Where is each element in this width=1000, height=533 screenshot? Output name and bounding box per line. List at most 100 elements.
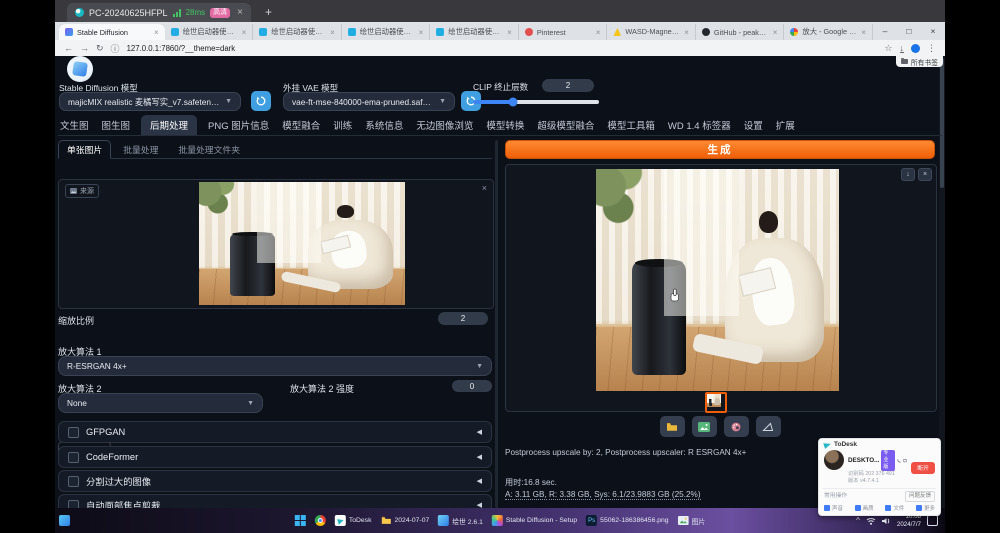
tab-wd-tagger[interactable]: WD 1.4 标签器 [666, 115, 733, 135]
tab-infinite-browser[interactable]: 无边图像浏览 [414, 115, 475, 135]
volume-icon[interactable] [882, 517, 891, 525]
clear-image-icon[interactable]: × [482, 183, 487, 193]
url-text[interactable]: 127.0.0.1:7860/?__theme=dark [127, 44, 236, 53]
upscaler2-select[interactable]: None ▼ [58, 393, 263, 413]
clip-skip-slider[interactable] [473, 100, 599, 104]
browser-tab[interactable]: 绘世启动器使用教程 - 哔哩哔...× [430, 24, 519, 40]
panel-scrollbar[interactable] [495, 140, 498, 508]
browser-tab[interactable]: 绘世启动器使用教程 - 哔哩哔...× [253, 24, 342, 40]
gallery-thumbnail-selected[interactable] [705, 392, 727, 413]
browser-tab[interactable]: 绘世启动器使用教程 - 哔哩哔...× [342, 24, 431, 40]
site-info-icon[interactable]: ⓘ [111, 42, 120, 55]
bookmark-star-icon[interactable]: ☆ [884, 43, 892, 54]
browser-menu-icon[interactable]: ⋮ [927, 43, 936, 54]
tab-txt2img[interactable]: 文生图 [58, 115, 91, 135]
auto-face-crop-checkbox[interactable] [68, 500, 79, 509]
taskbar-launcher[interactable]: 绘世 2.6.1 [438, 515, 483, 526]
notification-center-icon[interactable] [927, 515, 938, 526]
tab-extras[interactable]: 后期处理 [141, 115, 197, 135]
taskbar-todesk[interactable]: ToDesk [335, 515, 372, 526]
model-select[interactable]: majicMIX realistic 麦橘写实_v7.safetensors [… [59, 92, 241, 111]
generate-button[interactable]: 生成 [505, 140, 935, 159]
windows-start-icon[interactable] [295, 515, 306, 526]
browser-tab[interactable]: WASD-Magne 视频× [607, 24, 696, 40]
open-folder-button[interactable] [660, 416, 685, 437]
close-session-icon[interactable]: × [237, 7, 243, 18]
subtab-batch-process[interactable]: 批量处理 [115, 141, 166, 158]
source-image-dropzone[interactable]: 来源 × [58, 179, 494, 309]
tab-model-toolkit[interactable]: 模型工具箱 [605, 115, 657, 135]
browser-tab[interactable]: GitHub - peakpointStudio× [696, 24, 785, 40]
tab-settings[interactable]: 设置 [742, 115, 765, 135]
send-to-extras-button[interactable] [756, 416, 781, 437]
minimize-icon[interactable]: – [873, 26, 897, 36]
taskbar-pictures[interactable]: 图片 [678, 516, 706, 526]
subtab-single-image[interactable]: 单张图片 [58, 140, 111, 159]
close-tab-icon[interactable]: × [330, 28, 335, 37]
refresh-icon[interactable]: ↻ [96, 43, 104, 54]
quick-sound[interactable]: 声音 [824, 504, 843, 512]
clip-skip-value[interactable]: 2 [542, 79, 594, 92]
tab-checkpoint-merge[interactable]: 模型融合 [280, 115, 322, 135]
tab-train[interactable]: 训练 [331, 115, 354, 135]
browser-tab-active[interactable]: Stable Diffusion × [59, 24, 165, 40]
tab-png-info[interactable]: PNG 图片信息 [206, 115, 271, 135]
accordion-auto-face-crop[interactable]: 自动面部焦点剪裁 ◀ [58, 494, 492, 508]
result-image[interactable] [596, 169, 839, 391]
save-image-icon[interactable]: ↓ [901, 168, 915, 181]
close-tab-icon[interactable]: × [861, 28, 866, 37]
tab-system-info[interactable]: 系统信息 [363, 115, 405, 135]
accordion-split-oversized[interactable]: 分割过大的图像 ◀ [58, 470, 492, 492]
slider-thumb[interactable] [509, 98, 518, 107]
taskbar-folder[interactable]: 2024-07-07 [380, 516, 429, 525]
taskbar-photoshop-file[interactable]: Ps 55062-186386456.png [586, 515, 668, 526]
close-gallery-icon[interactable]: × [918, 168, 932, 181]
taskbar-sd-setup[interactable]: Stable Diffusion - Setup [492, 515, 577, 526]
tab-super-merge[interactable]: 超级模型融合 [535, 115, 596, 135]
split-oversized-checkbox[interactable] [68, 476, 79, 487]
refresh-models-button[interactable] [251, 91, 271, 111]
chat-icon[interactable] [903, 458, 907, 464]
widgets-icon[interactable] [59, 515, 70, 526]
send-to-inpaint-button[interactable] [724, 416, 749, 437]
tab-extensions[interactable]: 扩展 [774, 115, 797, 135]
back-icon[interactable]: ← [64, 43, 73, 53]
tab-model-convert[interactable]: 模型转换 [484, 115, 526, 135]
wifi-icon[interactable] [866, 517, 876, 525]
close-tab-icon[interactable]: × [773, 28, 778, 37]
source-image[interactable] [199, 182, 405, 305]
close-tab-icon[interactable]: × [684, 28, 689, 37]
quick-files[interactable]: 文件 [885, 504, 904, 512]
todesk-widget-header[interactable]: ToDesk [819, 439, 940, 449]
disconnect-button[interactable]: 断开 [911, 462, 935, 474]
remote-session-tab[interactable]: PC-20240625HFPL 28ms 高清 × [67, 3, 251, 22]
new-session-button[interactable]: + [265, 5, 272, 19]
codeformer-checkbox[interactable] [68, 452, 79, 463]
subtab-batch-folder[interactable]: 批量处理文件夹 [170, 141, 248, 158]
browser-tab[interactable]: Pinterest× [519, 24, 608, 40]
scale-ratio-value[interactable]: 2 [438, 312, 488, 325]
save-image-button[interactable] [692, 416, 717, 437]
feedback-button[interactable]: 问题反馈 [905, 491, 935, 502]
chrome-icon[interactable] [315, 515, 326, 526]
profile-avatar[interactable] [911, 44, 920, 53]
close-tab-icon[interactable]: × [507, 28, 512, 37]
gfpgan-checkbox[interactable] [68, 427, 79, 438]
browser-tab[interactable]: 放大 - Google 搜索× [784, 24, 873, 40]
close-tab-icon[interactable]: × [419, 28, 424, 37]
close-tab-icon[interactable]: × [242, 28, 247, 37]
close-tab-icon[interactable]: × [154, 28, 159, 37]
phone-icon[interactable] [897, 458, 901, 464]
browser-tab[interactable]: 绘世启动器使用教程 - 哔哩哔...× [165, 24, 254, 40]
upscaler1-select[interactable]: R-ESRGAN 4x+ ▼ [58, 356, 492, 376]
tab-img2img[interactable]: 图生图 [100, 115, 133, 135]
download-icon[interactable]: ↓ [900, 44, 905, 53]
vae-select[interactable]: vae-ft-mse-840000-ema-pruned.safetensors… [283, 92, 455, 111]
accordion-codeformer[interactable]: CodeFormer ◀ [58, 446, 492, 468]
quick-more[interactable]: 更多 [916, 504, 935, 512]
tray-expand-icon[interactable]: ^ [856, 516, 860, 525]
quick-quality[interactable]: 画质 [855, 504, 874, 512]
maximize-icon[interactable]: □ [897, 26, 921, 36]
upscaler2-strength-value[interactable]: 0 [452, 380, 492, 392]
accordion-gfpgan[interactable]: GFPGAN ◀ [58, 421, 492, 443]
